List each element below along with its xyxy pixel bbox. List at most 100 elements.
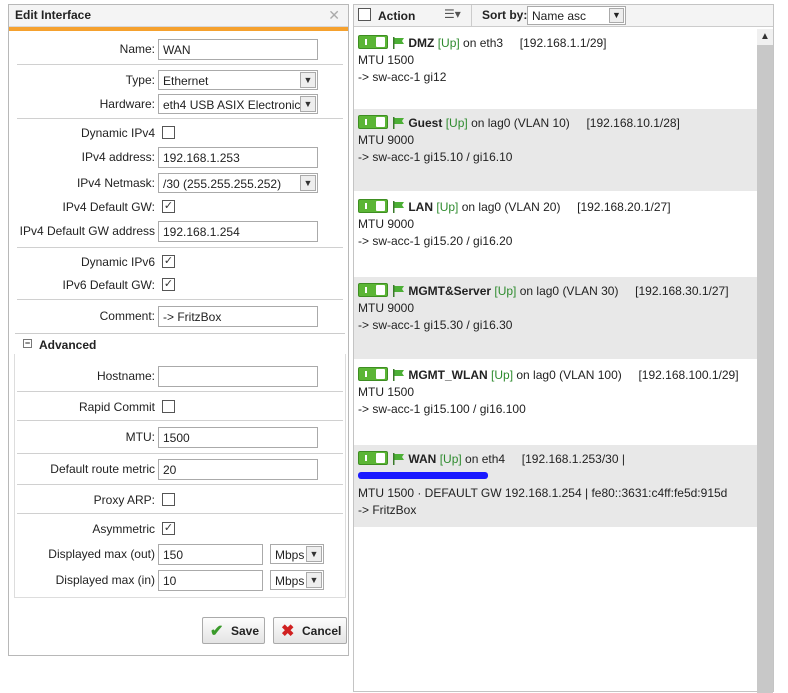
scrollbar[interactable]: ▲ xyxy=(757,29,773,693)
list-toolbar: Action ☰▾ Sort by: Name asc ▼ xyxy=(354,5,773,27)
asymmetric-label: Asymmetric xyxy=(92,522,155,536)
interface-header: LAN [Up] on lag0 (VLAN 20) [192.168.20.1… xyxy=(358,199,758,216)
status-badge: [Up] xyxy=(437,36,460,50)
max-in-unit-select[interactable]: Mbps ▼ xyxy=(270,570,324,590)
interface-detail: MTU 1500 xyxy=(358,385,415,399)
flag-icon xyxy=(393,37,404,49)
close-icon[interactable]: ✕ xyxy=(328,7,340,24)
dyn-ipv6-label: Dynamic IPv6 xyxy=(80,255,155,269)
toggle-switch[interactable] xyxy=(358,35,388,49)
toggle-switch[interactable] xyxy=(358,199,388,213)
interface-name: MGMT&Server xyxy=(408,284,492,298)
list-item[interactable]: Guest [Up] on lag0 (VLAN 10) [192.168.10… xyxy=(354,109,758,191)
interface-name: LAN xyxy=(408,200,434,214)
cross-icon: ✖ xyxy=(281,623,295,640)
interface-detail: MTU 9000 xyxy=(358,133,415,147)
hardware-value: eth4 USB ASIX Electronic xyxy=(163,98,301,112)
route-metric-input[interactable]: 20 xyxy=(158,459,318,480)
status-badge: [Up] xyxy=(439,452,462,466)
interface-port: on eth3 xyxy=(463,36,504,50)
rapid-commit-checkbox[interactable] xyxy=(162,400,175,413)
mtu-label: MTU: xyxy=(125,430,155,444)
ipv4-gw-address-label: IPv4 Default GW address xyxy=(19,224,155,238)
list-item[interactable]: DMZ [Up] on eth3 [192.168.1.1/29] MTU 150… xyxy=(354,29,758,111)
panel-title: Edit Interface ✕ xyxy=(9,5,348,27)
hostname-row: Hostname: xyxy=(9,366,349,387)
ipv4-gw-label: IPv4 Default GW: xyxy=(62,200,155,214)
interface-list: DMZ [Up] on eth3 [192.168.1.1/29] MTU 150… xyxy=(354,29,758,693)
toggle-switch[interactable] xyxy=(358,367,388,381)
sort-value: Name asc xyxy=(532,9,587,23)
interface-detail: MTU 1500 xyxy=(358,53,415,67)
type-select[interactable]: Ethernet ▼ xyxy=(158,70,318,90)
redaction-mark xyxy=(358,472,488,479)
divider xyxy=(17,420,343,421)
max-out-unit-select[interactable]: Mbps ▼ xyxy=(270,544,324,564)
proxy-arp-row: Proxy ARP: xyxy=(9,490,349,510)
select-all-checkbox[interactable] xyxy=(358,8,371,21)
collapse-icon[interactable]: − xyxy=(23,339,32,348)
interface-detail: MTU 9000 xyxy=(358,217,415,231)
type-value: Ethernet xyxy=(163,74,209,88)
toggle-switch[interactable] xyxy=(358,451,388,465)
max-in-input[interactable]: 10 xyxy=(158,570,263,591)
status-badge: [Up] xyxy=(494,284,517,298)
advanced-section-header[interactable]: − Advanced xyxy=(15,333,345,355)
status-badge: [Up] xyxy=(436,200,459,214)
hardware-select[interactable]: eth4 USB ASIX Electronic ▼ xyxy=(158,94,318,114)
list-item[interactable]: MGMT&Server [Up] on lag0 (VLAN 30) [192.… xyxy=(354,277,758,359)
cancel-button[interactable]: ✖ Cancel xyxy=(273,617,347,644)
interface-network: [192.168.1.253/30 | xyxy=(521,452,625,466)
route-metric-label: Default route metric xyxy=(50,462,155,476)
list-view-icon[interactable]: ☰▾ xyxy=(444,7,461,21)
toggle-switch[interactable] xyxy=(358,115,388,129)
list-item[interactable]: MGMT_WLAN [Up] on lag0 (VLAN 100) [192.1… xyxy=(354,361,758,443)
interface-header: DMZ [Up] on eth3 [192.168.1.1/29] xyxy=(358,35,758,52)
sort-select[interactable]: Name asc ▼ xyxy=(527,6,626,25)
interface-detail: MTU 1500 · DEFAULT GW 192.168.1.254 | fe… xyxy=(358,486,728,500)
mtu-input[interactable]: 1500 xyxy=(158,427,318,448)
scroll-up-icon[interactable]: ▲ xyxy=(757,29,773,45)
asymmetric-checkbox[interactable]: ✓ xyxy=(162,522,175,535)
name-row: Name: WAN xyxy=(9,39,349,60)
dyn-ipv6-checkbox[interactable]: ✓ xyxy=(162,255,175,268)
ipv4-gw-address-row: IPv4 Default GW address 192.168.1.254 xyxy=(9,221,349,242)
ipv4-netmask-value: /30 (255.255.255.252) xyxy=(163,177,282,191)
divider xyxy=(17,453,343,454)
interface-name: WAN xyxy=(408,452,437,466)
toggle-switch[interactable] xyxy=(358,283,388,297)
hostname-input[interactable] xyxy=(158,366,318,387)
dyn-ipv4-checkbox[interactable] xyxy=(162,126,175,139)
chevron-down-icon: ▼ xyxy=(300,72,316,88)
flag-icon xyxy=(393,369,404,381)
ipv6-gw-checkbox[interactable]: ✓ xyxy=(162,278,175,291)
interface-link: -> sw-acc-1 gi15.100 / gi16.100 xyxy=(358,402,526,416)
interface-port: on lag0 (VLAN 10) xyxy=(471,116,570,130)
ipv4-netmask-select[interactable]: /30 (255.255.255.252) ▼ xyxy=(158,173,318,193)
interface-header: MGMT_WLAN [Up] on lag0 (VLAN 100) [192.1… xyxy=(358,367,758,384)
max-out-unit: Mbps xyxy=(275,548,305,562)
ipv4-address-input[interactable]: 192.168.1.253 xyxy=(158,147,318,168)
name-label: Name: xyxy=(119,42,155,56)
max-in-row: Displayed max (in) 10 Mbps ▼ xyxy=(9,570,349,591)
list-item[interactable]: LAN [Up] on lag0 (VLAN 20) [192.168.20.1… xyxy=(354,193,758,275)
divider xyxy=(17,299,343,300)
interface-port: on lag0 (VLAN 30) xyxy=(519,284,619,298)
ipv4-gw-row: IPv4 Default GW: ✓ xyxy=(9,197,349,217)
max-out-input[interactable]: 150 xyxy=(158,544,263,565)
toolbar-divider xyxy=(471,5,472,27)
proxy-arp-checkbox[interactable] xyxy=(162,493,175,506)
interface-detail: MTU 9000 xyxy=(358,301,415,315)
ipv4-gw-address-input[interactable]: 192.168.1.254 xyxy=(158,221,318,242)
action-label[interactable]: Action xyxy=(378,9,415,23)
comment-label: Comment: xyxy=(99,309,155,323)
route-metric-row: Default route metric 20 xyxy=(9,459,349,480)
max-out-row: Displayed max (out) 150 Mbps ▼ xyxy=(9,544,349,565)
ipv4-gw-checkbox[interactable]: ✓ xyxy=(162,200,175,213)
flag-icon xyxy=(393,453,404,465)
interface-list-panel: Action ☰▾ Sort by: Name asc ▼ DMZ [Up] o… xyxy=(353,4,774,693)
comment-input[interactable]: -> FritzBox xyxy=(158,306,318,327)
save-button[interactable]: ✔ Save xyxy=(202,617,265,644)
name-input[interactable]: WAN xyxy=(158,39,318,60)
list-item[interactable]: WAN [Up] on eth4 [192.168.1.253/30 | MTU… xyxy=(354,445,758,527)
